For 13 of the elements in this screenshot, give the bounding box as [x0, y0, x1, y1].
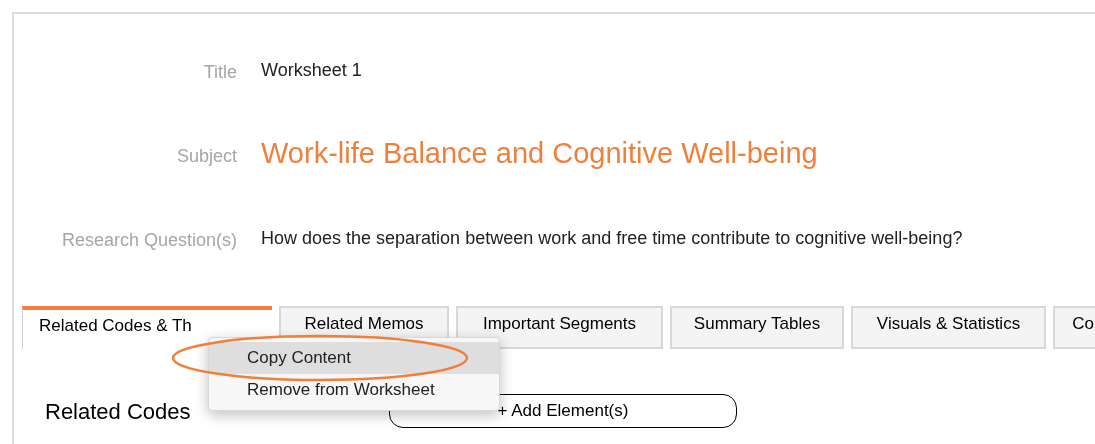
field-label: Research Question(s): [60, 228, 237, 252]
menu-item[interactable]: Copy Content: [209, 342, 499, 374]
field-label: Subject: [175, 144, 237, 168]
tab[interactable]: Important Segments: [456, 306, 663, 349]
field-value: How does the separation between work and free time contribute to cognitive well-being?: [261, 226, 963, 250]
tab[interactable]: Related Codes & Th: [22, 306, 272, 349]
tab[interactable]: Visuals & Statistics: [851, 306, 1046, 349]
tab[interactable]: Co: [1053, 306, 1095, 349]
field-label: Title: [202, 60, 237, 84]
field-value: Work-life Balance and Cognitive Well-being: [261, 136, 818, 172]
tab[interactable]: Summary Tables: [670, 306, 844, 349]
field-value: Worksheet 1: [261, 58, 362, 82]
section-heading: Related Codes: [45, 397, 192, 426]
